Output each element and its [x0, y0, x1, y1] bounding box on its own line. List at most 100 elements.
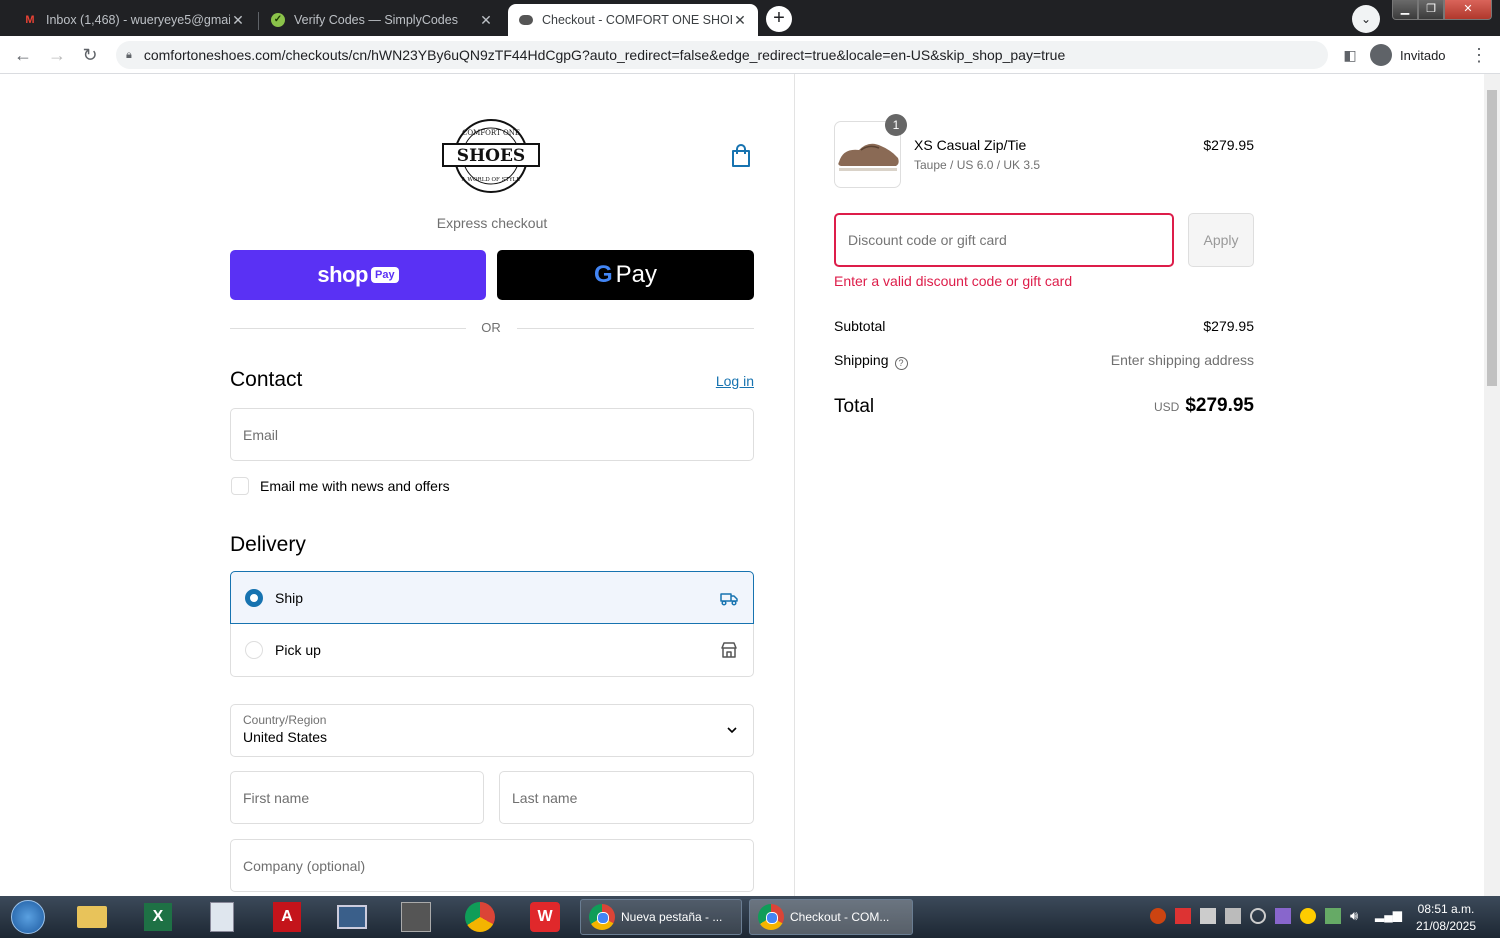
google-pay-label: Pay — [615, 261, 658, 288]
maximize-button[interactable]: ❐ — [1418, 0, 1444, 20]
tray-pen-icon[interactable] — [1275, 908, 1291, 924]
divider — [517, 328, 754, 329]
ship-option[interactable]: Ship — [230, 571, 754, 624]
last-name-field[interactable] — [499, 771, 754, 824]
counter-strike-icon[interactable] — [394, 900, 438, 934]
tray-flag-icon[interactable] — [1325, 908, 1341, 924]
shop-pay-word: shop — [317, 262, 368, 287]
system-tray: 🔊︎ ▂▄▆ — [1150, 908, 1402, 924]
order-summary — [794, 74, 1484, 896]
store-logo[interactable]: SHOES COMFORT ONE A WORLD OF STYLE — [442, 118, 540, 194]
clock-date: 21/08/2025 — [1415, 919, 1477, 933]
reload-icon[interactable]: ↻ — [77, 42, 103, 68]
apply-button[interactable]: Apply — [1188, 213, 1254, 267]
start-button[interactable] — [6, 900, 50, 934]
delivery-options: Ship Pick up — [230, 571, 754, 677]
ship-radio[interactable] — [245, 588, 263, 607]
tray-app-icon[interactable] — [1175, 908, 1191, 924]
last-name-input[interactable] — [512, 772, 753, 823]
tray-status-icon[interactable] — [1300, 908, 1316, 924]
google-pay-button[interactable]: G Pay — [497, 250, 754, 300]
checkout-page: SHOES COMFORT ONE A WORLD OF STYLE Expre… — [0, 74, 1484, 896]
divider — [230, 328, 466, 329]
country-select[interactable]: Country/Region United States — [230, 704, 754, 757]
chrome-icon[interactable] — [458, 900, 502, 934]
login-link[interactable]: Log in — [700, 373, 754, 389]
email-input[interactable] — [243, 409, 753, 460]
volume-icon[interactable]: 🔊︎ — [1350, 908, 1366, 924]
menu-icon[interactable]: ⋮ — [1466, 42, 1492, 68]
total-value: $279.95 — [1185, 395, 1254, 416]
browser-toolbar: ← → ↻ 🔒︎ comfortoneshoes.com/checkouts/c… — [0, 36, 1500, 74]
tab-title: Inbox (1,468) - wueryeye5@gmail — [46, 13, 230, 27]
pickup-label: Pick up — [275, 642, 321, 658]
close-icon[interactable]: ✕ — [732, 12, 748, 29]
logo-text: SHOES — [457, 146, 525, 166]
close-icon[interactable]: ✕ — [230, 12, 246, 29]
first-name-field[interactable] — [230, 771, 484, 824]
total-currency: USD — [1153, 400, 1180, 414]
remote-desktop-icon[interactable] — [330, 900, 374, 934]
minimize-button[interactable]: ▁ — [1392, 0, 1418, 20]
shop-pay-button[interactable]: shop Pay — [230, 250, 486, 300]
express-checkout-label: Express checkout — [436, 215, 548, 231]
profile-label: Invitado — [1400, 47, 1446, 63]
google-g-icon: G — [593, 261, 613, 288]
clock[interactable]: 08:51 a.m. 21/08/2025 — [1406, 901, 1486, 935]
email-field[interactable] — [230, 408, 754, 461]
taskbar-task-new-tab[interactable]: Nueva pestaña - ... — [580, 899, 742, 935]
shop-pay-badge: Pay — [370, 267, 399, 283]
cart-icon[interactable] — [730, 144, 752, 168]
tab-search-button[interactable]: ⌄ — [1352, 5, 1380, 33]
tab-title: Checkout - COMFORT ONE SHOE — [542, 13, 732, 27]
or-label: OR — [481, 320, 501, 335]
scroll-thumb[interactable] — [1487, 90, 1497, 386]
pickup-option[interactable]: Pick up — [231, 624, 753, 676]
taskbar-task-checkout[interactable]: Checkout - COM... — [749, 899, 913, 935]
forward-icon[interactable]: → — [44, 42, 70, 68]
discount-field[interactable] — [834, 213, 1174, 267]
tray-mcafee-icon[interactable] — [1150, 908, 1166, 924]
first-name-input[interactable] — [243, 772, 483, 823]
page-scrollbar[interactable] — [1484, 74, 1500, 896]
wps-office-icon[interactable]: W — [523, 900, 567, 934]
company-input[interactable] — [243, 840, 753, 891]
quantity-badge: 1 — [885, 114, 907, 136]
acrobat-icon[interactable]: A — [265, 900, 309, 934]
tray-tool-icon[interactable] — [1200, 908, 1216, 924]
close-icon[interactable]: ✕ — [478, 12, 494, 29]
lock-icon: 🔒︎ — [126, 48, 132, 61]
taskbar: X A W Nueva pestaña - ... Checkout - COM… — [0, 896, 1500, 938]
tab-checkout[interactable]: Checkout - COMFORT ONE SHOE ✕ — [508, 4, 758, 36]
back-icon[interactable]: ← — [10, 42, 36, 68]
tab-separator — [258, 12, 259, 30]
network-icon[interactable]: ▂▄▆ — [1375, 908, 1402, 924]
excel-icon[interactable]: X — [136, 900, 180, 934]
tray-tool-icon[interactable] — [1225, 908, 1241, 924]
side-panel-icon[interactable]: ◧ — [1337, 42, 1363, 68]
newsletter-checkbox[interactable] — [231, 477, 249, 495]
shipping-label: Shipping — [834, 352, 889, 368]
new-tab-button[interactable]: + — [766, 6, 792, 32]
address-bar[interactable]: 🔒︎ comfortoneshoes.com/checkouts/cn/hWN2… — [116, 41, 1328, 69]
store-icon — [721, 642, 737, 658]
close-window-button[interactable]: ✕ — [1444, 0, 1492, 20]
total-row: USD $279.95 — [1000, 395, 1254, 417]
file-explorer-icon[interactable] — [70, 900, 114, 934]
tab-title: Verify Codes — SimplyCodes — [294, 13, 458, 27]
task-label: Nueva pestaña - ... — [621, 910, 723, 924]
tab-simplycodes[interactable]: ✓ Verify Codes — SimplyCodes ✕ — [260, 4, 504, 36]
logo-top-text: COMFORT ONE — [462, 129, 520, 137]
pickup-radio[interactable] — [245, 641, 263, 659]
company-field[interactable] — [230, 839, 754, 892]
shipping-row: Shipping? — [834, 352, 908, 370]
ship-label: Ship — [275, 589, 304, 606]
discount-input[interactable] — [848, 232, 1172, 248]
tab-gmail[interactable]: M Inbox (1,468) - wueryeye5@gmail ✕ — [12, 4, 256, 36]
contact-heading: Contact — [230, 368, 303, 391]
tray-link-icon[interactable] — [1250, 908, 1266, 924]
help-icon[interactable]: ? — [894, 357, 908, 370]
calculator-icon[interactable] — [200, 900, 244, 934]
product-variant: Taupe / US 6.0 / UK 3.5 — [914, 158, 1041, 172]
profile-button[interactable]: Invitado — [1370, 41, 1446, 69]
